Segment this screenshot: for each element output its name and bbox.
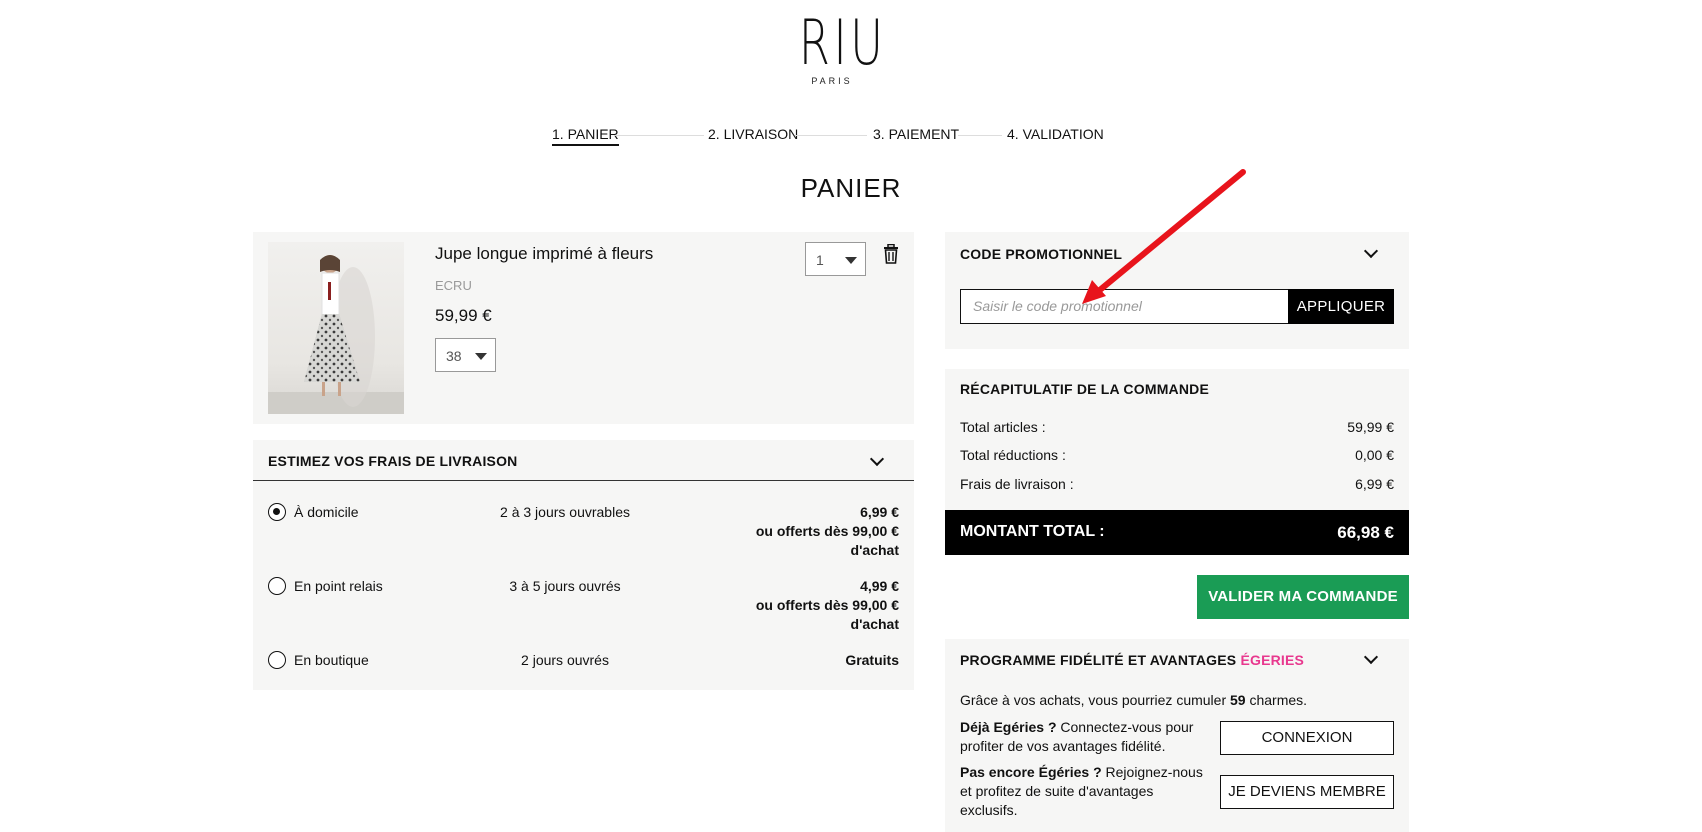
total-label: MONTANT TOTAL :	[960, 523, 1105, 540]
login-button[interactable]: CONNEXION	[1220, 721, 1394, 755]
validate-order-button[interactable]: VALIDER MA COMMANDE	[1197, 575, 1409, 619]
option-price: 6,99 € ou offerts dès 99,00 € d'achat	[756, 503, 899, 560]
option-price-value: 4,99 €	[860, 578, 899, 594]
summary-label: Total réductions :	[960, 447, 1066, 463]
apply-promo-button[interactable]: APPLIQUER	[1288, 289, 1394, 324]
trash-icon[interactable]	[883, 244, 899, 264]
order-summary-panel: RÉCAPITULATIF DE LA COMMANDE Total artic…	[945, 369, 1409, 555]
option-delay: 2 jours ouvrés	[521, 652, 609, 668]
option-price: Gratuits	[845, 651, 899, 670]
product-price: 59,99 €	[435, 306, 492, 325]
step-divider	[795, 135, 867, 136]
step-divider	[958, 135, 1002, 136]
product-image[interactable]	[268, 242, 404, 414]
option-offer-line: ou offerts dès 99,00 €	[755, 523, 899, 539]
step-paiement[interactable]: 3. PAIEMENT	[873, 126, 959, 142]
summary-amount: 0,00 €	[1355, 447, 1394, 463]
total-bar: MONTANT TOTAL : 66,98 €	[945, 510, 1409, 555]
step-livraison[interactable]: 2. LIVRAISON	[708, 126, 798, 142]
page-title: PANIER	[800, 173, 902, 203]
join-bold: Pas encore Égéries ?	[960, 764, 1102, 780]
radio-home-delivery[interactable]	[268, 503, 286, 521]
size-select[interactable]: 38	[435, 338, 496, 372]
option-price: 4,99 € ou offerts dès 99,00 € d'achat	[756, 577, 899, 634]
loyalty-title[interactable]: PROGRAMME FIDÉLITÉ ET AVANTAGES ÉGERIES	[960, 652, 1304, 668]
radio-relay-point[interactable]	[268, 577, 286, 595]
option-price-value: 6,99 €	[860, 504, 899, 520]
product-name[interactable]: Jupe longue imprimé à fleurs	[435, 244, 653, 264]
summary-label: Frais de livraison :	[960, 476, 1074, 492]
option-offer-line: ou offerts dès 99,00 €	[755, 597, 899, 613]
member-bold: Déjà Egéries ?	[960, 719, 1057, 735]
step-panier[interactable]: 1. PANIER	[552, 126, 619, 146]
step-validation[interactable]: 4. VALIDATION	[1007, 126, 1104, 142]
delivery-title[interactable]: ESTIMEZ VOS FRAIS DE LIVRAISON	[268, 453, 517, 469]
option-label[interactable]: À domicile	[294, 504, 359, 520]
loyalty-title-highlight: ÉGERIES	[1240, 652, 1305, 668]
summary-amount: 6,99 €	[1355, 476, 1394, 492]
caret-down-icon	[845, 257, 857, 264]
checkout-steps: 1. PANIER 2. LIVRAISON 3. PAIEMENT 4. VA…	[0, 126, 1702, 148]
option-price-value: Gratuits	[845, 652, 899, 668]
loyalty-intro-prefix: Grâce à vos achats, vous pourriez cumule…	[960, 692, 1231, 708]
summary-label: Total articles :	[960, 419, 1046, 435]
chevron-down-icon[interactable]	[869, 451, 885, 467]
option-label[interactable]: En boutique	[294, 652, 369, 668]
brand-name: RIU	[798, 6, 887, 79]
loyalty-panel: PROGRAMME FIDÉLITÉ ET AVANTAGES ÉGERIES …	[945, 639, 1409, 832]
option-label[interactable]: En point relais	[294, 578, 383, 594]
brand-logo[interactable]: RIU PARIS	[786, 6, 887, 87]
delivery-estimate-panel: ESTIMEZ VOS FRAIS DE LIVRAISON À domicil…	[253, 440, 914, 690]
chevron-down-icon[interactable]	[1363, 243, 1379, 259]
summary-title: RÉCAPITULATIF DE LA COMMANDE	[960, 381, 1210, 397]
option-delay: 2 à 3 jours ouvrables	[500, 504, 630, 520]
delivery-divider	[253, 480, 914, 481]
chevron-down-icon[interactable]	[1363, 649, 1379, 665]
option-offer-line: d'achat	[850, 616, 899, 632]
cart-item: Jupe longue imprimé à fleurs ECRU 59,99 …	[253, 232, 914, 424]
product-photo	[268, 255, 404, 414]
member-text: Déjà Egéries ? Connectez-vous pour profi…	[960, 718, 1210, 756]
summary-amount: 59,99 €	[1347, 419, 1394, 435]
become-member-button[interactable]: JE DEVIENS MEMBRE	[1220, 775, 1394, 809]
total-amount: 66,98 €	[1337, 523, 1394, 542]
loyalty-intro: Grâce à vos achats, vous pourriez cumule…	[960, 691, 1307, 710]
join-text: Pas encore Égéries ? Rejoignez-nous et p…	[960, 763, 1210, 820]
promo-code-panel: CODE PROMOTIONNEL Saisir le code promoti…	[945, 232, 1409, 349]
option-delay: 3 à 5 jours ouvrés	[509, 578, 621, 594]
loyalty-charms: 59	[1230, 692, 1246, 708]
quantity-value: 1	[816, 252, 824, 268]
product-color: ECRU	[435, 278, 472, 293]
loyalty-title-text: PROGRAMME FIDÉLITÉ ET AVANTAGES	[960, 652, 1241, 668]
promo-title[interactable]: CODE PROMOTIONNEL	[960, 246, 1122, 262]
step-divider	[614, 135, 704, 136]
loyalty-intro-suffix: charmes.	[1245, 692, 1308, 708]
size-value: 38	[446, 348, 462, 364]
caret-down-icon	[475, 353, 487, 360]
option-offer-line: d'achat	[850, 542, 899, 558]
radio-store-pickup[interactable]	[268, 651, 286, 669]
promo-code-input[interactable]: Saisir le code promotionnel	[960, 289, 1289, 324]
quantity-select[interactable]: 1	[805, 242, 866, 276]
